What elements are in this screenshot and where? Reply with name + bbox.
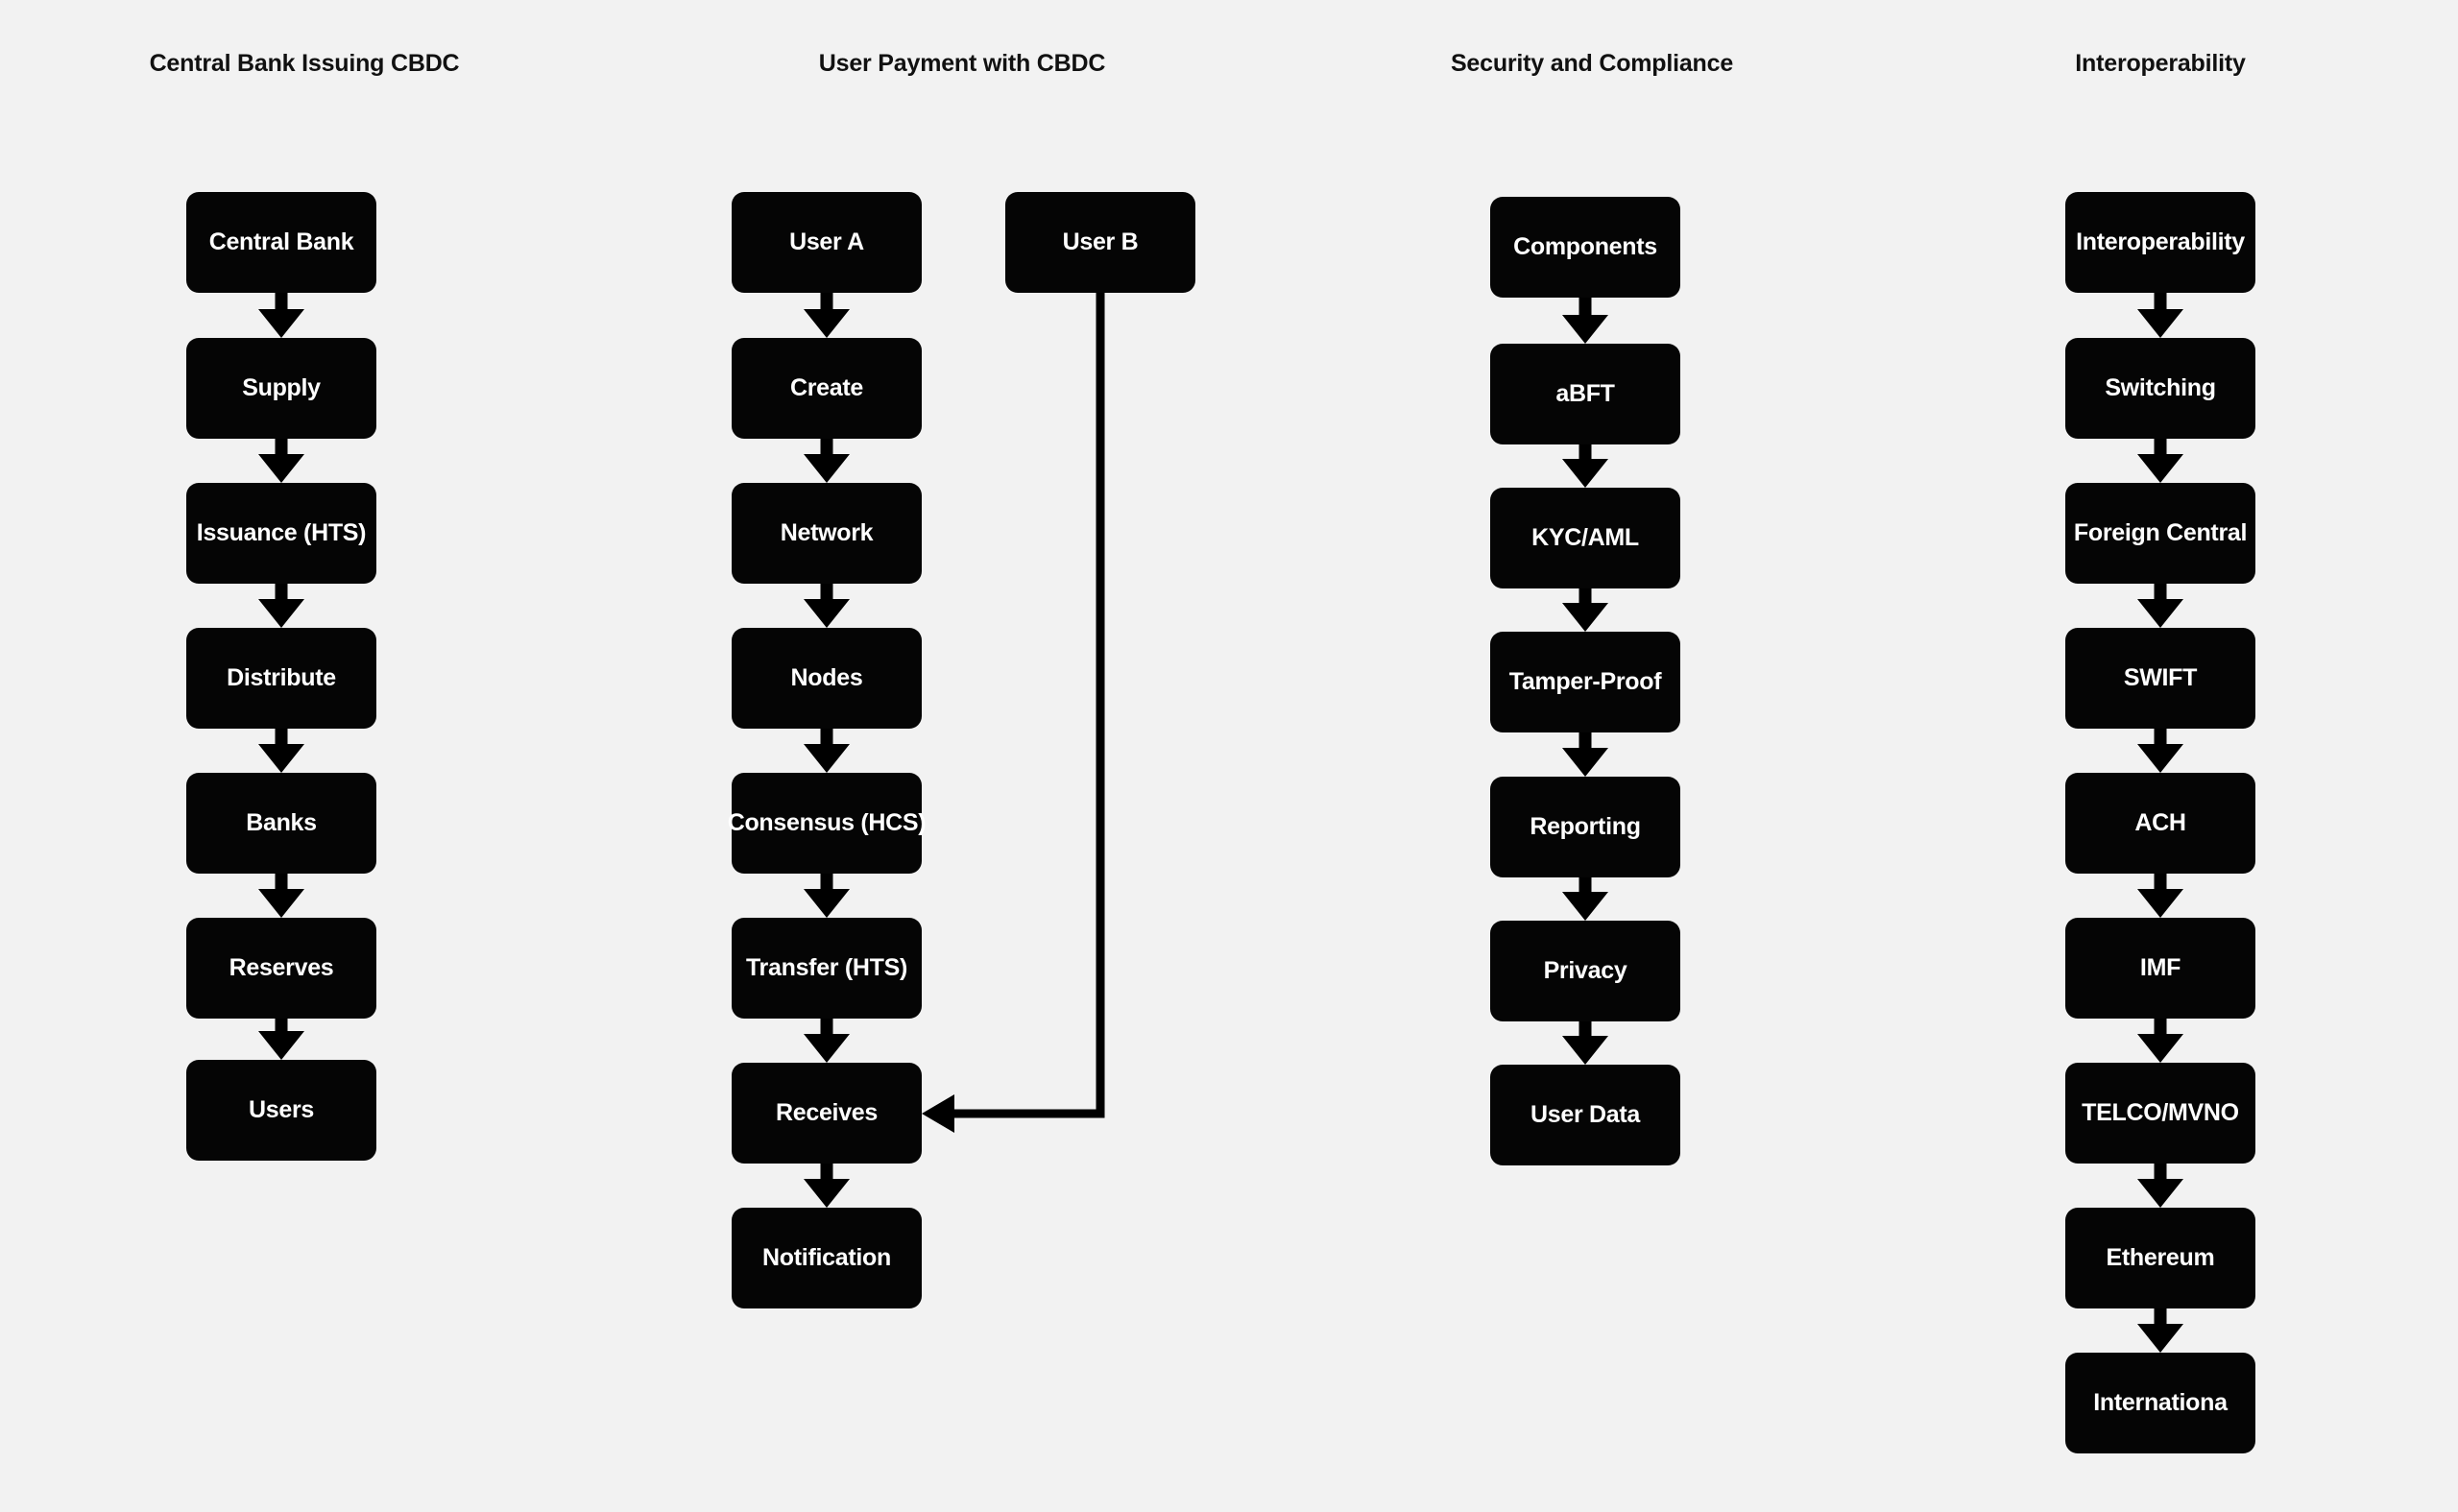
node-interoperability[interactable]: Interoperability (2065, 192, 2255, 293)
flow-arrow-down (2137, 729, 2183, 773)
node-label: TELCO/MVNO (2082, 1099, 2239, 1126)
node-distribute[interactable]: Distribute (186, 628, 376, 729)
flow-arrow-down (258, 584, 304, 628)
node-label: Ethereum (2106, 1244, 2215, 1271)
node-nodes[interactable]: Nodes (732, 628, 922, 729)
node-consensus-hcs[interactable]: Consensus (HCS) (728, 773, 927, 874)
node-label: Notification (762, 1244, 891, 1271)
node-label: aBFT (1555, 380, 1615, 407)
flow-arrow-down (804, 293, 850, 338)
flow-arrow-down (1562, 732, 1608, 777)
node-label: Reserves (229, 954, 334, 981)
node-label: Interoperability (2076, 228, 2245, 255)
flow-arrow-down (2137, 1019, 2183, 1063)
flow-arrow-down (1562, 444, 1608, 488)
node-label: ACH (2134, 809, 2186, 836)
node-label: Create (789, 374, 864, 401)
node-label: Nodes (790, 664, 863, 691)
node-tamper-proof[interactable]: Tamper-Proof (1490, 632, 1680, 732)
node-reporting[interactable]: Reporting (1490, 777, 1680, 877)
node-label: Central Bank (208, 228, 354, 255)
node-label: Privacy (1543, 957, 1627, 984)
node-label: Users (249, 1096, 314, 1123)
node-label: Network (780, 519, 874, 546)
node-notification[interactable]: Notification (732, 1208, 922, 1308)
node-label: Reporting (1530, 813, 1641, 840)
node-network[interactable]: Network (732, 483, 922, 584)
node-label: User B (1062, 228, 1139, 255)
flow-arrow-down (258, 293, 304, 338)
node-reserves[interactable]: Reserves (186, 918, 376, 1019)
node-create[interactable]: Create (732, 338, 922, 439)
node-user-data[interactable]: User Data (1490, 1065, 1680, 1165)
node-imf[interactable]: IMF (2065, 918, 2255, 1019)
column-title-central-bank-issuing-cbdc: Central Bank Issuing CBDC (149, 50, 460, 77)
node-telco-mvno[interactable]: TELCO/MVNO (2065, 1063, 2255, 1164)
node-label: Issuance (HTS) (196, 519, 367, 546)
node-receives[interactable]: Receives (732, 1063, 922, 1164)
node-users[interactable]: Users (186, 1060, 376, 1161)
flow-arrow-down (804, 729, 850, 773)
node-ach[interactable]: ACH (2065, 773, 2255, 874)
node-label: Switching (2105, 374, 2216, 401)
node-label: Supply (242, 374, 321, 401)
flow-arrow-down (2137, 874, 2183, 918)
node-user-b[interactable]: User B (1005, 192, 1195, 293)
flow-arrow-down (258, 874, 304, 918)
node-central-bank[interactable]: Central Bank (186, 192, 376, 293)
node-label: Tamper-Proof (1508, 668, 1662, 695)
node-label: User Data (1530, 1101, 1641, 1128)
column-title-user-payment-with-cbdc: User Payment with CBDC (818, 50, 1106, 77)
node-label: Transfer (HTS) (745, 954, 908, 981)
node-issuance-hts[interactable]: Issuance (HTS) (186, 483, 376, 584)
node-label: Foreign Central (2073, 519, 2248, 546)
flow-arrow-down (804, 1164, 850, 1208)
node-label: Receives (775, 1099, 879, 1126)
flow-arrow-down (804, 439, 850, 483)
node-label: Consensus (HCS) (727, 809, 927, 836)
flow-arrow-down (2137, 293, 2183, 338)
column-title-security-and-compliance: Security and Compliance (1450, 50, 1734, 77)
node-label: Components (1513, 233, 1657, 260)
node-swift[interactable]: SWIFT (2065, 628, 2255, 729)
flow-arrow-down (2137, 1308, 2183, 1353)
flow-arrow-down (258, 729, 304, 773)
column-title-interoperability: Interoperability (2075, 50, 2246, 77)
flow-arrow-down (804, 1019, 850, 1063)
node-abft[interactable]: aBFT (1490, 344, 1680, 444)
node-internationa[interactable]: Internationa (2065, 1353, 2255, 1453)
flow-arrow-down (804, 584, 850, 628)
node-user-a[interactable]: User A (732, 192, 922, 293)
flow-arrow-down (258, 1019, 304, 1060)
node-switching[interactable]: Switching (2065, 338, 2255, 439)
node-banks[interactable]: Banks (186, 773, 376, 874)
node-kyc-aml[interactable]: KYC/AML (1490, 488, 1680, 588)
node-label: Distribute (227, 664, 336, 691)
node-label: SWIFT (2123, 664, 2198, 691)
flow-arrow-down (2137, 1164, 2183, 1208)
node-ethereum[interactable]: Ethereum (2065, 1208, 2255, 1308)
diagram-canvas: Central Bank Issuing CBDC User Payment wi… (0, 0, 2458, 1512)
flow-arrow-down (1562, 298, 1608, 344)
flow-arrow-down (2137, 439, 2183, 483)
node-components[interactable]: Components (1490, 197, 1680, 298)
node-supply[interactable]: Supply (186, 338, 376, 439)
flow-arrow-down (2137, 584, 2183, 628)
node-transfer-hts[interactable]: Transfer (HTS) (732, 918, 922, 1019)
node-label: IMF (2139, 954, 2181, 981)
node-label: Internationa (2093, 1389, 2228, 1416)
node-label: Banks (246, 809, 317, 836)
node-label: User A (789, 228, 864, 255)
flow-arrow-down (804, 874, 850, 918)
node-privacy[interactable]: Privacy (1490, 921, 1680, 1021)
flow-arrow-down (1562, 877, 1608, 921)
flow-arrow-down (1562, 588, 1608, 632)
flow-arrow-down (1562, 1021, 1608, 1065)
node-foreign-central[interactable]: Foreign Central (2065, 483, 2255, 584)
node-label: KYC/AML (1531, 524, 1639, 551)
flow-arrow-down (258, 439, 304, 483)
